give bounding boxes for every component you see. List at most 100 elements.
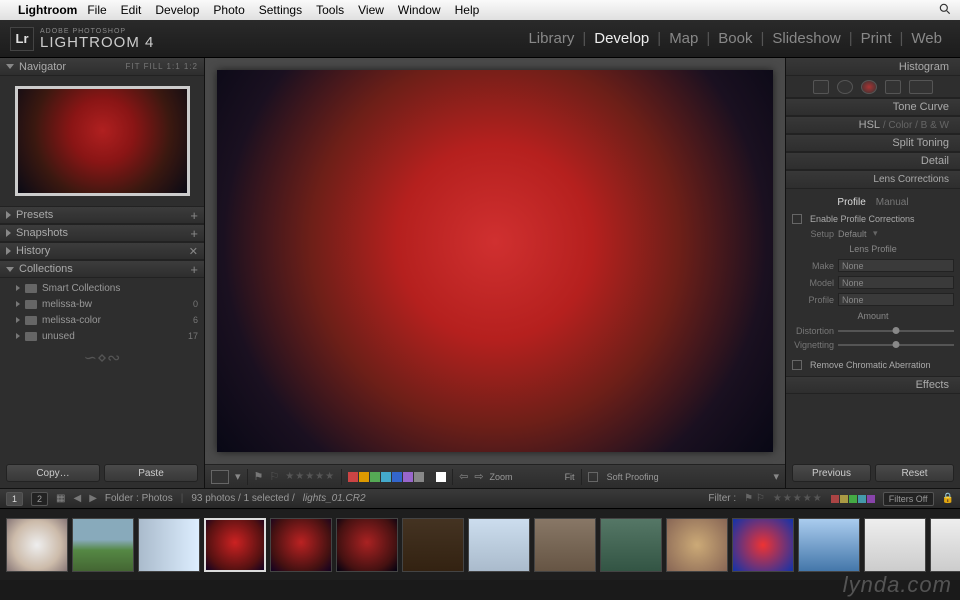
module-library[interactable]: Library [520, 30, 582, 47]
module-book[interactable]: Book [710, 30, 760, 47]
menu-edit[interactable]: Edit [121, 3, 142, 17]
module-develop[interactable]: Develop [586, 30, 657, 47]
filters-off-button[interactable]: Filters Off [883, 492, 934, 506]
hsl-header[interactable]: HSL / Color / B & W [786, 116, 960, 134]
collection-item[interactable]: unused17 [0, 328, 204, 344]
view-mode-button[interactable]: ▾ [235, 470, 241, 483]
filmstrip-thumb[interactable] [72, 518, 134, 572]
menu-file[interactable]: File [87, 3, 106, 17]
collection-item[interactable]: melissa-bw0 [0, 296, 204, 312]
forward-icon[interactable]: ▶ [89, 493, 97, 504]
screen-1-badge[interactable]: 1 [6, 492, 23, 506]
filter-lock-icon[interactable]: 🔒 [942, 493, 954, 504]
loupe-view-button[interactable] [211, 470, 229, 484]
vignetting-slider[interactable] [838, 344, 954, 346]
navigator-thumbnail[interactable] [15, 86, 190, 196]
lens-tab-profile[interactable]: Profile [837, 197, 865, 208]
histogram-header[interactable]: Histogram [786, 58, 960, 76]
plus-icon[interactable]: + [190, 262, 198, 277]
spotlight-icon[interactable] [938, 2, 952, 19]
filmstrip-thumb[interactable] [402, 518, 464, 572]
filmstrip-thumb[interactable] [468, 518, 530, 572]
flag-pick-icon[interactable]: ⚑ [254, 470, 264, 483]
chromatic-checkbox[interactable] [792, 360, 802, 370]
prev-photo-button[interactable]: ⇦ [459, 470, 468, 483]
filmstrip-thumb[interactable] [798, 518, 860, 572]
filmstrip-thumb[interactable] [732, 518, 794, 572]
lens-corrections-header[interactable]: Lens Corrections [786, 171, 960, 189]
brush-tool-icon[interactable] [909, 80, 933, 94]
snapshots-header[interactable]: Snapshots + [0, 224, 204, 242]
filmstrip-thumb[interactable] [204, 518, 266, 572]
plus-icon[interactable]: + [190, 226, 198, 241]
filmstrip-thumb[interactable] [6, 518, 68, 572]
close-icon[interactable]: ✕ [189, 245, 198, 258]
effects-header[interactable]: Effects [786, 376, 960, 394]
make-select[interactable]: None [838, 259, 954, 272]
next-photo-button[interactable]: ⇨ [474, 470, 483, 483]
split-toning-header[interactable]: Split Toning [786, 134, 960, 152]
filter-colors[interactable] [831, 495, 875, 503]
color-swatch[interactable] [414, 472, 424, 482]
color-swatch[interactable] [392, 472, 402, 482]
menu-view[interactable]: View [358, 3, 384, 17]
setup-value[interactable]: Default [838, 229, 867, 239]
color-swatch[interactable] [370, 472, 380, 482]
fit-label[interactable]: Fit [565, 472, 575, 482]
collections-header[interactable]: Collections + [0, 260, 204, 278]
grid-icon[interactable]: ▦ [56, 493, 65, 504]
collection-item[interactable]: Smart Collections [0, 280, 204, 296]
distortion-slider[interactable] [838, 330, 954, 332]
plus-icon[interactable]: + [190, 208, 198, 223]
spot-tool-icon[interactable] [837, 80, 853, 94]
menu-settings[interactable]: Settings [259, 3, 302, 17]
screen-2-badge[interactable]: 2 [31, 492, 48, 506]
module-print[interactable]: Print [853, 30, 900, 47]
reset-button[interactable]: Reset [875, 464, 954, 482]
flag-reject-icon[interactable]: ⚐ [269, 470, 279, 483]
filmstrip-thumb[interactable] [138, 518, 200, 572]
filter-flag-icon[interactable]: ⚑ ⚐ [744, 493, 765, 504]
rating-stars[interactable]: ★★★★★ [285, 471, 335, 482]
presets-header[interactable]: Presets + [0, 206, 204, 224]
navigator-zoom-opts[interactable]: FIT FILL 1:1 1:2 [126, 62, 198, 71]
color-swatch[interactable] [425, 472, 435, 482]
filmstrip-thumb[interactable] [600, 518, 662, 572]
model-select[interactable]: None [838, 276, 954, 289]
collection-item[interactable]: melissa-color6 [0, 312, 204, 328]
color-swatch[interactable] [381, 472, 391, 482]
paste-button[interactable]: Paste [104, 464, 198, 482]
grad-filter-icon[interactable] [885, 80, 901, 94]
menu-window[interactable]: Window [398, 3, 441, 17]
enable-profile-checkbox[interactable] [792, 214, 802, 224]
redeye-tool-icon[interactable] [861, 80, 877, 94]
color-label-swatches[interactable] [348, 472, 446, 482]
color-swatch[interactable] [359, 472, 369, 482]
filmstrip-thumb[interactable] [864, 518, 926, 572]
filmstrip-thumb[interactable] [336, 518, 398, 572]
toolbar-menu-button[interactable]: ▾ [773, 470, 779, 483]
menu-help[interactable]: Help [455, 3, 480, 17]
filmstrip[interactable] [0, 508, 960, 580]
menu-tools[interactable]: Tools [316, 3, 344, 17]
color-swatch[interactable] [403, 472, 413, 482]
copy-button[interactable]: Copy… [6, 464, 100, 482]
menu-photo[interactable]: Photo [213, 3, 244, 17]
module-web[interactable]: Web [903, 30, 950, 47]
back-icon[interactable]: ◀ [73, 493, 81, 504]
history-header[interactable]: History ✕ [0, 242, 204, 260]
filmstrip-thumb[interactable] [930, 518, 960, 572]
module-map[interactable]: Map [661, 30, 706, 47]
color-swatch[interactable] [348, 472, 358, 482]
filmstrip-thumb[interactable] [534, 518, 596, 572]
filter-stars[interactable]: ★★★★★ [773, 493, 823, 504]
folder-label[interactable]: Folder : Photos [105, 493, 173, 504]
module-slideshow[interactable]: Slideshow [764, 30, 848, 47]
crop-tool-icon[interactable] [813, 80, 829, 94]
profile-select[interactable]: None [838, 293, 954, 306]
menu-develop[interactable]: Develop [155, 3, 199, 17]
filmstrip-thumb[interactable] [270, 518, 332, 572]
menubar-app[interactable]: Lightroom [18, 3, 77, 17]
lens-tab-manual[interactable]: Manual [876, 197, 909, 208]
color-swatch[interactable] [436, 472, 446, 482]
